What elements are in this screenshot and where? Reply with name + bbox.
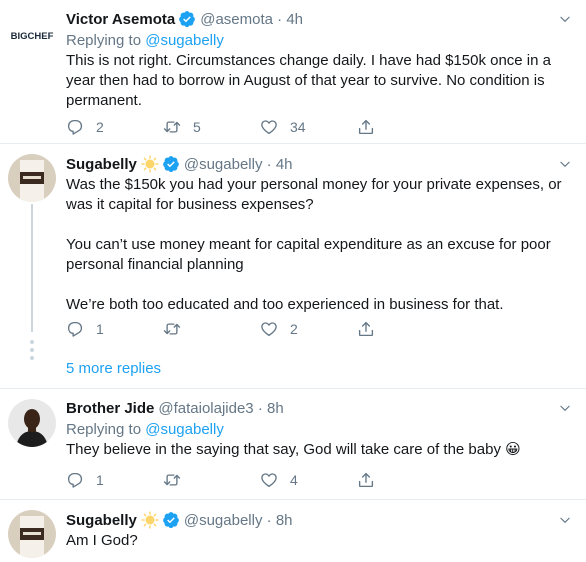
avatar[interactable]: BIGCHEF (8, 10, 56, 58)
user-handle[interactable]: @asemota (200, 11, 273, 28)
reply-button[interactable]: 1 (66, 319, 163, 339)
display-name[interactable]: Sugabelly (66, 512, 137, 529)
retweet-button[interactable] (163, 470, 260, 490)
more-replies-link[interactable]: 5 more replies (66, 360, 161, 377)
like-count: 2 (290, 321, 298, 337)
sun-emoji-icon (141, 155, 159, 173)
share-button[interactable] (357, 319, 397, 339)
reply-button[interactable]: 2 (66, 117, 163, 137)
display-name[interactable]: Sugabelly (66, 156, 137, 173)
avatar[interactable] (8, 154, 56, 202)
tweet-actions: 1 4 (66, 470, 496, 490)
replying-to: Replying to @sugabelly (66, 31, 572, 51)
like-button[interactable]: 34 (260, 117, 357, 137)
heart-icon (260, 320, 278, 338)
display-name[interactable]: Brother Jide (66, 400, 154, 417)
retweet-icon (163, 471, 181, 489)
coffee-cup-avatar-icon (8, 510, 56, 558)
svg-text:BIGCHEF: BIGCHEF (11, 31, 54, 42)
chevron-down-icon[interactable] (558, 157, 572, 171)
retweet-icon (163, 118, 181, 136)
display-name[interactable]: Victor Asemota (66, 11, 175, 28)
chevron-down-icon[interactable] (558, 12, 572, 26)
user-handle[interactable]: @sugabelly (184, 156, 263, 173)
heart-icon (260, 471, 278, 489)
replying-to: Replying to @sugabelly (66, 420, 572, 440)
tweet-header: Victor Asemota @asemota · 4h (66, 8, 572, 30)
tweet-brother-jide[interactable]: Brother Jide @fataiolajide3 · 8h Replyin… (0, 389, 586, 499)
share-button[interactable] (357, 117, 397, 137)
coffee-cup-avatar-icon (8, 154, 56, 202)
tweet-header: Brother Jide @fataiolajide3 · 8h (66, 397, 572, 419)
tweet-sugabelly-reply[interactable]: Sugabelly @sugabelly · 8h Am I God? (0, 500, 586, 562)
reply-icon (66, 118, 84, 136)
reply-count: 1 (96, 472, 104, 488)
retweet-button[interactable]: 5 (163, 117, 260, 137)
share-icon (357, 471, 375, 489)
separator-dot: · (272, 10, 287, 28)
tweet-victor-asemota[interactable]: BIGCHEF Victor Asemota @asemota · 4h Rep… (0, 0, 586, 140)
replying-to-label: Replying to (66, 421, 142, 438)
thread-dots (30, 340, 34, 364)
tweet-text: Am I God? (66, 532, 138, 549)
timestamp[interactable]: 4h (286, 11, 303, 28)
reply-icon (66, 320, 84, 338)
separator-dot: · (262, 155, 276, 173)
share-icon (357, 320, 375, 338)
separator-dot: · (262, 511, 276, 529)
avatar[interactable] (8, 510, 56, 558)
replying-to-link[interactable]: @sugabelly (145, 32, 224, 49)
timestamp[interactable]: 4h (276, 156, 293, 173)
replying-to-link[interactable]: @sugabelly (145, 421, 224, 438)
share-button[interactable] (357, 470, 397, 490)
timestamp[interactable]: 8h (276, 512, 293, 529)
tweet-header: Sugabelly @sugabelly · 4h (66, 153, 572, 175)
like-count: 4 (290, 472, 298, 488)
like-button[interactable]: 2 (260, 319, 357, 339)
tweet-sugabelly[interactable]: Sugabelly @sugabelly · 4h Was the $150k … (0, 144, 586, 344)
sun-emoji-icon (141, 511, 159, 529)
reply-button[interactable]: 1 (66, 470, 163, 490)
like-count: 34 (290, 119, 306, 135)
avatar[interactable] (8, 399, 56, 447)
tweet-text: They believe in the saying that say, God… (66, 441, 521, 458)
retweet-count: 5 (193, 119, 201, 135)
like-button[interactable]: 4 (260, 470, 357, 490)
user-handle[interactable]: @sugabelly (184, 512, 263, 529)
tweet-text: Was the $150k you had your personal mone… (66, 176, 562, 313)
share-icon (357, 118, 375, 136)
profile-photo-icon (8, 399, 56, 447)
verified-badge-icon (162, 511, 180, 529)
reply-icon (66, 471, 84, 489)
chevron-down-icon[interactable] (558, 513, 572, 527)
thread-line (31, 204, 33, 332)
tweet-header: Sugabelly @sugabelly · 8h (66, 509, 572, 531)
verified-badge-icon (178, 10, 196, 28)
tweet-actions: 1 2 (66, 319, 496, 339)
replying-to-label: Replying to (66, 32, 142, 49)
user-handle[interactable]: @fataiolajide3 (158, 400, 253, 417)
separator-dot: · (253, 399, 267, 417)
tweet-actions: 2 5 34 (66, 117, 496, 137)
chevron-down-icon[interactable] (558, 401, 572, 415)
retweet-icon (163, 320, 181, 338)
retweet-button[interactable] (163, 319, 260, 339)
reply-count: 2 (96, 119, 104, 135)
reply-count: 1 (96, 321, 104, 337)
timestamp[interactable]: 8h (267, 400, 284, 417)
verified-badge-icon (162, 155, 180, 173)
tweet-text: This is not right. Circumstances change … (66, 52, 556, 109)
heart-icon (260, 118, 278, 136)
bigchef-logo-icon: BIGCHEF (11, 31, 54, 42)
